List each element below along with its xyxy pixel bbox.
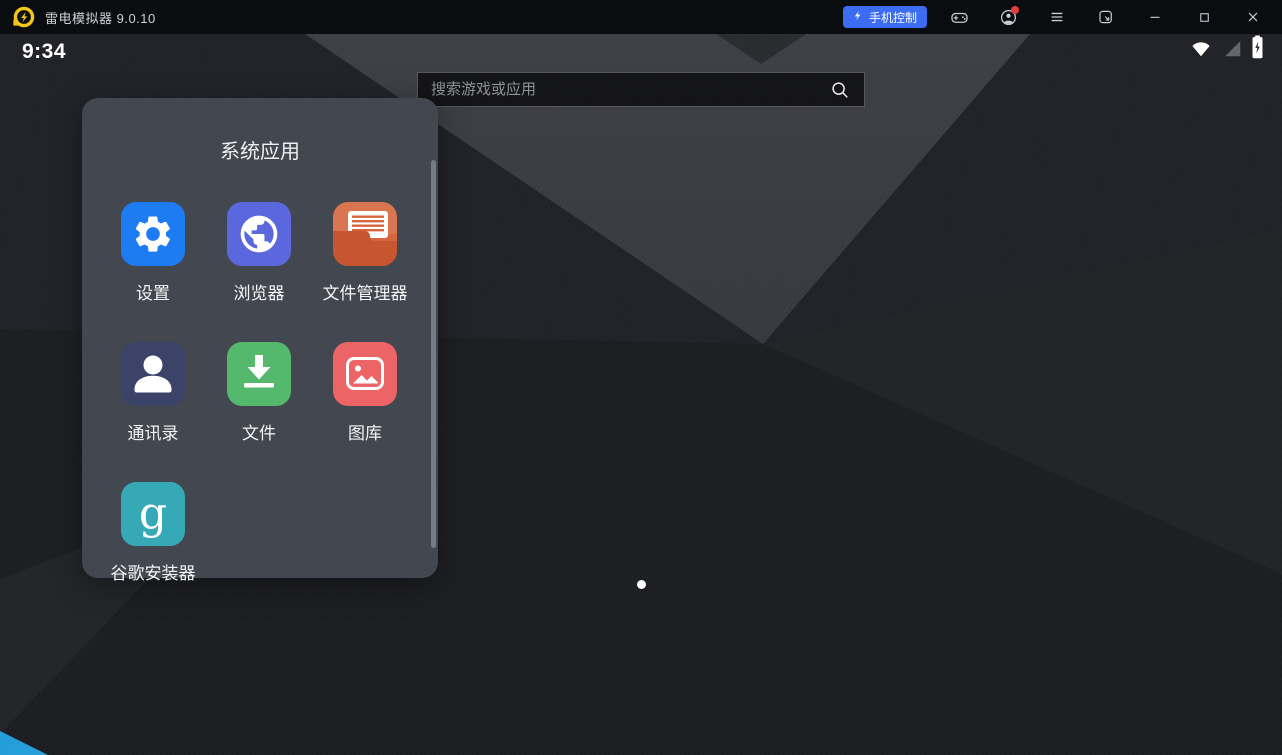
system-apps-folder: 系统应用 设置浏览器文件管理器通讯录文件图库g谷歌安装器 (82, 98, 438, 578)
app-label: 文件管理器 (323, 279, 408, 304)
app-label: 浏览器 (234, 279, 285, 304)
app-grid: 设置 浏览器 文件管理器通讯录 文件 图库 g 谷歌安装器 (100, 202, 420, 622)
folder-title: 系统应用 (82, 98, 438, 164)
search-input[interactable] (431, 81, 829, 98)
notification-dot (1011, 6, 1019, 14)
emulator-window: 雷电模拟器 9.0.10 手机控制 (0, 0, 1282, 755)
search-icon[interactable] (829, 79, 851, 101)
phone-control-button[interactable]: 手机控制 (843, 6, 927, 28)
app-label: 图库 (348, 419, 382, 444)
battery-charging-icon (1251, 35, 1264, 64)
minimize-button[interactable] (1138, 3, 1172, 31)
wifi-icon (1189, 37, 1213, 64)
lightning-icon (853, 9, 864, 25)
window-title: 雷电模拟器 9.0.10 (45, 8, 156, 27)
app-tile-settings[interactable]: 设置 (100, 202, 206, 304)
search-bar (417, 72, 865, 107)
menu-icon[interactable] (1040, 3, 1074, 31)
image-icon (333, 342, 397, 406)
app-label: 文件 (242, 419, 276, 444)
signal-icon (1221, 37, 1243, 64)
gear-icon (121, 202, 185, 266)
svg-text:g: g (139, 488, 167, 539)
folder-icon (333, 202, 397, 266)
globe-icon (227, 202, 291, 266)
download-icon (227, 342, 291, 406)
titlebar: 雷电模拟器 9.0.10 手机控制 (0, 0, 1282, 34)
resize-icon[interactable] (1089, 3, 1123, 31)
app-tile-google-installer[interactable]: g 谷歌安装器 (100, 482, 206, 584)
app-tile-files[interactable]: 文件 (206, 342, 312, 444)
gamepad-icon[interactable] (942, 3, 976, 31)
g-letter-icon: g (121, 482, 185, 546)
app-tile-gallery[interactable]: 图库 (312, 342, 418, 444)
phone-control-label: 手机控制 (869, 9, 917, 26)
app-tile-browser[interactable]: 浏览器 (206, 202, 312, 304)
close-button[interactable] (1236, 3, 1270, 31)
person-icon (121, 342, 185, 406)
page-indicator-dot (637, 580, 646, 589)
folder-scrollbar[interactable] (431, 160, 436, 548)
app-tile-contacts[interactable]: 通讯录 (100, 342, 206, 444)
app-label: 设置 (136, 279, 170, 304)
android-screen: 9:34 (0, 34, 1282, 755)
app-label: 通讯录 (128, 419, 179, 444)
app-tile-file-manager[interactable]: 文件管理器 (312, 202, 418, 304)
status-clock: 9:34 (22, 40, 66, 64)
ldplayer-logo-icon (12, 5, 36, 29)
app-label: 谷歌安装器 (111, 559, 196, 584)
profile-icon[interactable] (991, 3, 1025, 31)
maximize-button[interactable] (1187, 3, 1221, 31)
